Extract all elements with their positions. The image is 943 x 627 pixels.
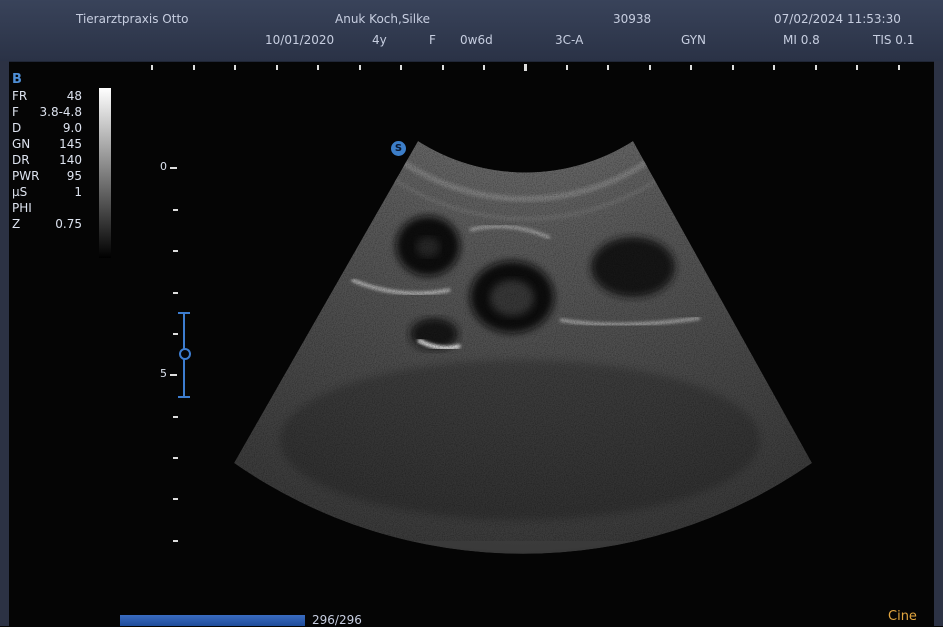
depth-label-5: 5 [160,367,167,380]
param-row-dr: DR 140 [12,152,82,168]
param-key: D [12,121,22,135]
param-row-d: D 9.0 [12,120,82,136]
param-row-us: μS 1 [12,184,82,200]
depth-label-0: 0 [160,160,167,173]
cine-frame-count: 296/296 [312,613,362,627]
param-row-pwr: PWR 95 [12,168,82,184]
param-key: μS [12,185,28,199]
param-key: Z [12,217,21,231]
depth-tick [173,292,178,294]
param-value: 3.8-4.8 [39,105,83,119]
focus-point[interactable] [179,348,191,360]
depth-tick [173,250,178,252]
param-value: 9.0 [62,121,82,135]
depth-tick [173,209,178,211]
grayscale-bar [99,88,111,258]
param-value: 140 [59,153,82,167]
imaging-parameters: B FR 48 F 3.8-4.8 D 9.0 GN 145 DR 140 PWR 95 μ… [12,72,82,232]
param-row-phi: PHI [12,200,82,216]
depth-tick [173,498,178,500]
param-value: 0.75 [55,217,82,231]
depth-tick [173,457,178,459]
param-key: DR [12,153,30,167]
depth-tick [173,540,178,542]
ultrasound-image[interactable] [0,0,943,626]
param-value: 1 [74,185,82,199]
param-row-fr: FR 48 [12,88,82,104]
param-value: 48 [66,89,82,103]
param-row-gn: GN 145 [12,136,82,152]
orientation-marker-icon: S [391,141,406,156]
cine-label[interactable]: Cine [888,609,917,624]
param-key: FR [12,89,28,103]
depth-tick [170,374,177,376]
cine-progress-bar[interactable] [120,615,305,626]
depth-tick [173,416,178,418]
param-row-f: F 3.8-4.8 [12,104,82,120]
focus-bottom-cap [178,396,190,398]
param-value: 95 [66,169,82,183]
focus-marker[interactable] [178,312,191,398]
param-key: PHI [12,201,32,215]
param-key: F [12,105,19,119]
param-key: GN [12,137,31,151]
imaging-mode: B [12,72,22,87]
param-key: PWR [12,169,40,183]
param-row-z: Z 0.75 [12,216,82,232]
depth-tick [170,167,177,169]
param-value: 145 [59,137,82,151]
